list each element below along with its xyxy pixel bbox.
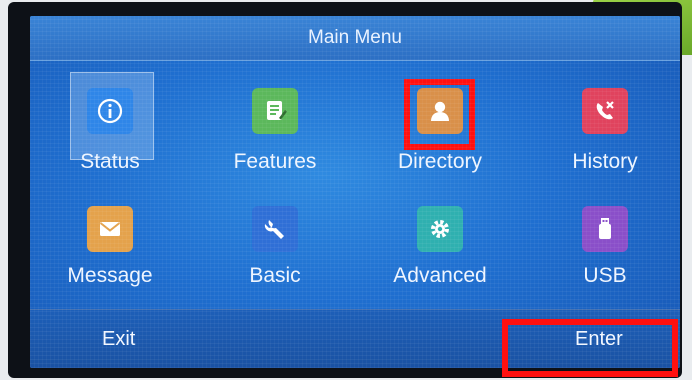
gear-icon xyxy=(417,206,463,252)
menu-item-label: Status xyxy=(80,150,140,173)
notepad-icon xyxy=(252,88,298,134)
menu-item-basic[interactable]: Basic xyxy=(195,192,355,312)
menu-item-usb[interactable]: USB xyxy=(525,192,680,312)
envelope-icon xyxy=(87,206,133,252)
wrench-icon xyxy=(252,206,298,252)
menu-item-label: History xyxy=(572,150,638,173)
exit-softkey[interactable]: Exit xyxy=(102,310,135,368)
directory-highlight-box xyxy=(404,79,475,150)
enter-highlight-box xyxy=(502,319,678,377)
menu-item-label: USB xyxy=(583,264,627,287)
menu-item-message[interactable]: Message xyxy=(30,192,190,312)
menu-item-label: Message xyxy=(67,264,153,287)
menu-item-label: Features xyxy=(233,150,317,173)
call-history-icon xyxy=(582,88,628,134)
phone-screen: Main Menu Status Features Directory Hist… xyxy=(30,16,680,368)
menu-item-advanced[interactable]: Advanced xyxy=(360,192,520,312)
screen-title: Main Menu xyxy=(30,16,680,61)
menu-item-label: Advanced xyxy=(393,264,487,287)
exit-label: Exit xyxy=(102,327,136,350)
usb-drive-icon xyxy=(582,206,628,252)
menu-item-label: Basic xyxy=(249,264,301,287)
menu-item-status[interactable]: Status xyxy=(30,66,190,186)
info-icon xyxy=(87,88,133,134)
menu-item-label: Directory xyxy=(397,150,482,173)
menu-grid: Status Features Directory History Messag… xyxy=(30,66,680,306)
menu-item-features[interactable]: Features xyxy=(195,66,355,186)
menu-item-history[interactable]: History xyxy=(525,66,680,186)
page-title: Main Menu xyxy=(308,27,402,48)
